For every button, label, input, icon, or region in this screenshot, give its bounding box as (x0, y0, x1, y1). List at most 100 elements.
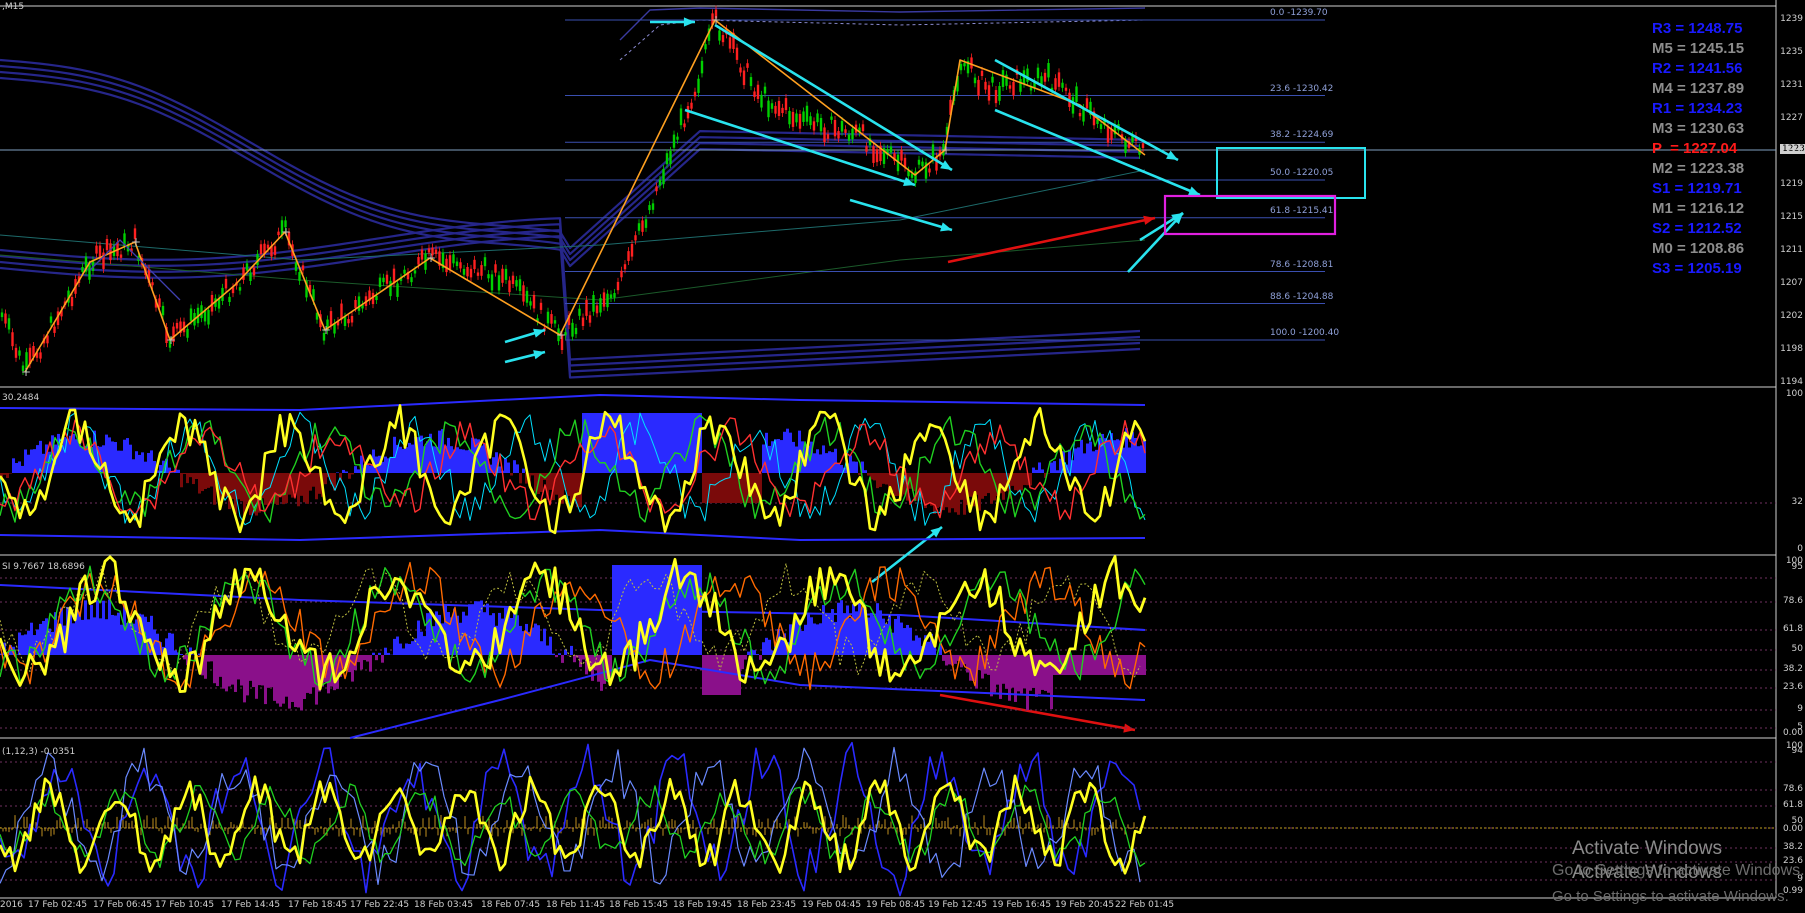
osc1-axis-tick: 0 (1797, 544, 1803, 554)
osc1-hist-bar (855, 461, 858, 473)
osc1-hist-bar (876, 473, 879, 489)
candle-body (445, 258, 448, 273)
osc2-hist-bar (297, 655, 300, 708)
osc2-hist-bar (411, 641, 414, 655)
candle-body (1019, 79, 1022, 92)
osc1-hist-bar (405, 447, 408, 473)
candle-body (623, 264, 627, 270)
arrow-divergence-price (947, 216, 1156, 264)
candle-body (987, 85, 991, 101)
candle-body (4, 313, 7, 324)
osc1-hist-bar (945, 473, 948, 508)
candle-body (385, 274, 389, 284)
osc1-hist-bar (480, 445, 483, 473)
osc2-hist-bar (993, 655, 996, 693)
candle-body (721, 35, 725, 43)
osc1-hist-bar (531, 473, 534, 476)
osc1-hist-bar (1056, 470, 1059, 473)
candle-body (767, 100, 770, 118)
candle-body (984, 81, 987, 90)
candle-body (378, 277, 382, 287)
chart-canvas[interactable]: +++++++++ (0, 0, 1805, 913)
candle-body (1054, 78, 1057, 90)
candle-body (763, 86, 767, 94)
osc1-hist-bar (834, 448, 837, 473)
osc2-hist-bar (222, 655, 225, 689)
osc1-hist-bar (141, 452, 144, 473)
osc1-hist-bar (516, 464, 519, 473)
osc2-hist-bar (720, 655, 723, 695)
candle-body (455, 261, 459, 267)
candle-body (501, 268, 504, 283)
osc1-hist-bar (24, 449, 27, 473)
candle-body (998, 86, 1001, 101)
osc1-hist-bar (204, 473, 207, 490)
osc2-hist-bar (708, 655, 711, 695)
osc1-hist-bar (312, 473, 315, 487)
candle-body (1036, 67, 1040, 79)
price-axis-tick: 1219 (1780, 179, 1803, 189)
osc2-hist-bar (1044, 655, 1047, 691)
osc2-hist-bar (351, 655, 354, 682)
osc2-hist-bar (168, 632, 171, 655)
candle-body (851, 128, 854, 140)
time-axis-tick: 18 Feb 23:45 (737, 900, 797, 910)
osc2-hist-bar (273, 655, 276, 701)
candle-body (571, 322, 574, 337)
candle-body (739, 67, 742, 73)
osc2-hist-bar (108, 599, 111, 655)
osc1-hist-bar (567, 473, 570, 496)
osc1-hist-bar (1050, 462, 1053, 473)
candle-body (928, 168, 931, 173)
candle-body (760, 94, 763, 108)
osc2-hist-bar (363, 655, 366, 661)
candle-body (483, 257, 487, 267)
osc2-hist-bar (87, 619, 90, 655)
osc1-hist-bar (147, 452, 150, 473)
osc2-hist-bar (483, 612, 486, 655)
osc2-axis-tick: 23.6 (1782, 682, 1803, 692)
osc1-hist-bar (111, 441, 114, 473)
zigzag-marker: + (166, 333, 176, 347)
osc2-hist-bar (102, 600, 105, 655)
osc1-lower-band (0, 529, 1146, 541)
candle-body (963, 63, 966, 67)
candle-body (672, 134, 676, 148)
osc2-hist-bar (561, 655, 564, 663)
osc1-hist-bar (1077, 447, 1080, 473)
osc1-hist-bar (1023, 473, 1026, 486)
candle-body (95, 245, 98, 254)
candle-body (53, 326, 56, 333)
osc1-hist-bar (867, 473, 870, 476)
osc2-hist-bar (180, 653, 183, 655)
osc1-hist-bar (1041, 469, 1044, 473)
osc2-hist-bar (246, 655, 249, 696)
fib-level-label: 88.6 -1204.88 (1270, 291, 1334, 302)
osc1-hist-bar (654, 413, 657, 473)
candle-body (595, 305, 599, 314)
osc1-hist-bar (300, 473, 303, 496)
candle-body (602, 292, 606, 307)
osc2-hist-bar (1077, 655, 1080, 675)
osc1-hist-bar (177, 469, 180, 473)
osc1-hist-bar (180, 473, 183, 488)
candle-body (354, 299, 357, 308)
osc1-hist-bar (459, 449, 462, 473)
candle-body (340, 303, 343, 320)
candle-body (641, 220, 644, 232)
candle-body (816, 113, 819, 123)
candle-body (511, 275, 515, 284)
osc2-hist-bar (429, 609, 432, 655)
candle-body (252, 267, 256, 276)
osc2-hist-bar (243, 655, 246, 703)
osc2-hist-bar (204, 655, 207, 679)
osc1-hist-bar (1131, 432, 1134, 473)
candle-body (473, 259, 476, 270)
osc2-hist-bar (717, 655, 720, 695)
osc2-hist-bar (927, 641, 930, 655)
osc2-hist-bar (765, 637, 768, 655)
candle-body (403, 269, 406, 274)
candle-body (504, 268, 508, 280)
zigzag-marker: + (426, 251, 436, 265)
osc1-hist-bar (879, 473, 882, 487)
